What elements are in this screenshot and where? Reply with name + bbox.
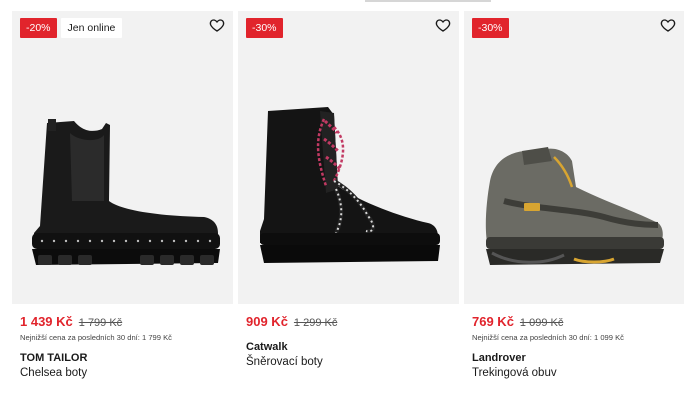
product-info: 1 439 Kč 1 799 Kč Nejnižší cena za posle…: [20, 314, 233, 379]
current-price: 1 439 Kč: [20, 314, 73, 329]
hiking-boot-image: [485, 147, 664, 265]
discount-badge: -20%: [20, 18, 57, 38]
current-price: 769 Kč: [472, 314, 514, 329]
original-price: 1 299 Kč: [293, 317, 338, 329]
lowest-price-note: Nejnižší cena za posledních 30 dní: 1 09…: [472, 333, 624, 342]
product-info: 769 Kč 1 099 Kč Nejnižší cena za posledn…: [472, 314, 684, 379]
product-image[interactable]: -20% Jen online: [12, 11, 233, 304]
product-brand[interactable]: Landrover: [472, 352, 684, 364]
badge-group: -30%: [246, 18, 283, 38]
heart-icon[interactable]: [435, 17, 451, 33]
product-grid: -20% Jen online 1 439 Kč 1 799 Kč Nejniž…: [12, 11, 684, 391]
lace-up-boot-image: [260, 107, 440, 263]
product-brand[interactable]: Catwalk: [246, 341, 459, 353]
badge-group: -30%: [472, 18, 509, 38]
product-image[interactable]: -30%: [464, 11, 684, 304]
heart-icon[interactable]: [660, 17, 676, 33]
product-card[interactable]: -30% 769 Kč 1 099 Kč Nejnižší cena za po…: [464, 11, 684, 391]
badge-group: -20% Jen online: [20, 18, 123, 38]
current-price: 909 Kč: [246, 314, 288, 329]
top-divider: [365, 0, 491, 2]
heart-icon[interactable]: [209, 17, 225, 33]
price-row: 769 Kč 1 099 Kč: [472, 314, 684, 329]
product-title[interactable]: Šněrovací boty: [246, 356, 459, 368]
discount-badge: -30%: [472, 18, 509, 38]
product-card[interactable]: -30% 909 Kč 1 299 Kč Catwalk Šněrovací b…: [238, 11, 459, 391]
product-image[interactable]: -30%: [238, 11, 459, 304]
product-title[interactable]: Chelsea boty: [20, 367, 233, 379]
price-row: 1 439 Kč 1 799 Kč: [20, 314, 233, 329]
chelsea-boot-image: [32, 119, 220, 265]
product-card[interactable]: -20% Jen online 1 439 Kč 1 799 Kč Nejniž…: [12, 11, 233, 391]
online-only-badge: Jen online: [60, 18, 123, 38]
product-info: 909 Kč 1 299 Kč Catwalk Šněrovací boty: [246, 314, 459, 368]
product-brand[interactable]: TOM TAILOR: [20, 352, 233, 364]
discount-badge: -30%: [246, 18, 283, 38]
lowest-price-note: Nejnižší cena za posledních 30 dní: 1 79…: [20, 333, 172, 342]
original-price: 1 099 Kč: [519, 317, 564, 329]
original-price: 1 799 Kč: [78, 317, 123, 329]
product-title[interactable]: Trekingová obuv: [472, 367, 684, 379]
price-row: 909 Kč 1 299 Kč: [246, 314, 459, 329]
